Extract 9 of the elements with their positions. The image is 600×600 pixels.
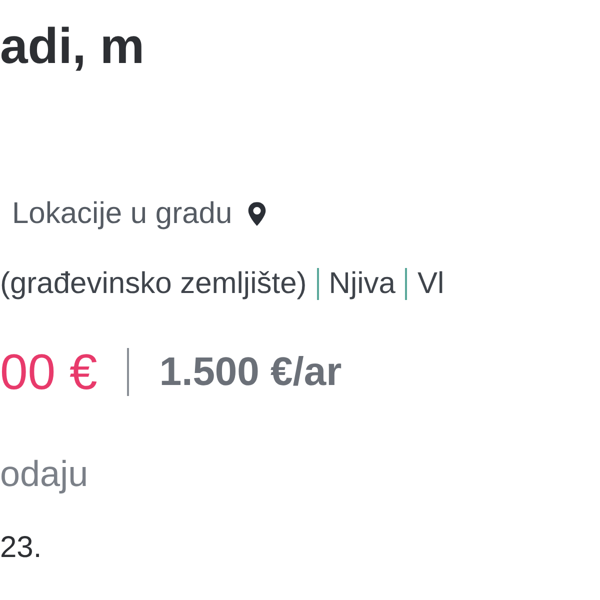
category-text: Vl <box>417 266 444 302</box>
listing-type-text: odaju <box>0 452 88 496</box>
location-text: Lokacije u gradu <box>12 196 232 232</box>
date-text: 23. <box>0 530 42 566</box>
category-text: (građevinsko zemljište) <box>0 266 307 302</box>
price-per-unit-text: 1.500 €/ar <box>159 349 342 396</box>
listing-title: adi, m <box>0 17 144 76</box>
category-text: Njiva <box>328 266 396 302</box>
price-text: 00 € <box>0 343 98 402</box>
